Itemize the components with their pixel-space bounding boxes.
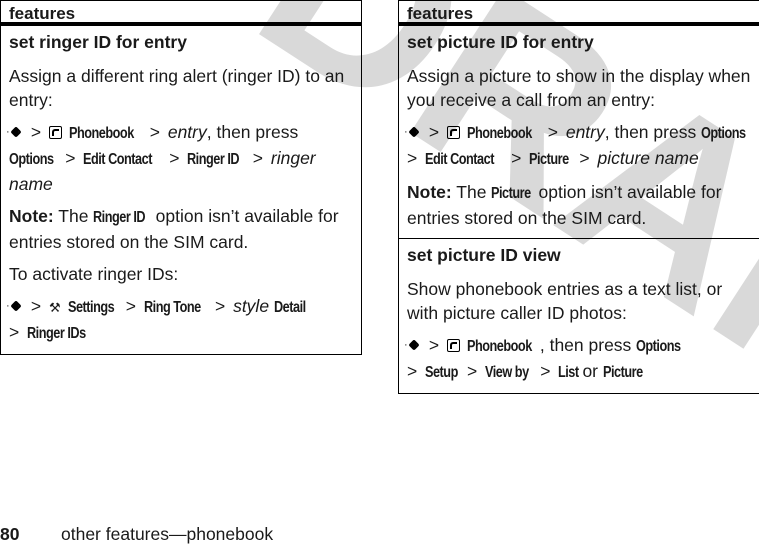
menu-settings: Settings bbox=[67, 299, 115, 316]
separator: > bbox=[407, 148, 418, 168]
separator: > bbox=[149, 122, 160, 142]
menu-path: > Phonebook, then press Options > Setup … bbox=[404, 333, 751, 385]
note-text: The bbox=[456, 182, 487, 202]
menu-ringer-id: Ringer ID bbox=[187, 151, 240, 168]
activate-text: To activate ringer IDs: bbox=[9, 264, 179, 284]
note-text: option isn’t available for entries store… bbox=[407, 182, 722, 228]
menu-path: > Phonebook > entry, then press Options … bbox=[6, 120, 353, 196]
nav-key-icon bbox=[404, 333, 421, 357]
menu-edit-contact: Edit Contact bbox=[425, 151, 495, 168]
menu-phonebook: Phonebook bbox=[466, 338, 532, 355]
separator: > bbox=[125, 296, 136, 316]
menu-view-by: View by bbox=[485, 364, 529, 381]
feature-description: Assign a different ring alert (ringer ID… bbox=[9, 66, 345, 110]
menu-list: List bbox=[558, 364, 580, 381]
menu-ring-tone: Ring Tone bbox=[143, 299, 201, 316]
table-header: features bbox=[1, 0, 361, 26]
menu-picture: Picture bbox=[529, 151, 569, 168]
note-label: Note: bbox=[9, 206, 54, 226]
features-table-right: features set picture ID for entry Assign… bbox=[398, 0, 759, 394]
then-press-text: , then press bbox=[206, 122, 299, 142]
note: Note: The Picture option isn’t available… bbox=[407, 180, 751, 230]
or-text: or bbox=[582, 361, 598, 381]
separator: > bbox=[428, 335, 440, 355]
feature-row-picture-view: set picture ID view Show phonebook entri… bbox=[399, 238, 759, 393]
separator: > bbox=[467, 361, 478, 381]
feature-row-ringer-id: set ringer ID for entry Assign a differe… bbox=[1, 26, 361, 354]
menu-options: Options bbox=[701, 125, 746, 142]
page-number: 80 bbox=[0, 524, 20, 544]
separator: > bbox=[30, 122, 42, 142]
ringer-name-placeholder: ringer name bbox=[9, 148, 316, 194]
feature-title: set picture ID view bbox=[407, 245, 561, 265]
menu-detail: Detail bbox=[273, 299, 306, 316]
feature-description: Assign a picture to show in the display … bbox=[407, 66, 751, 110]
settings-icon: ⚒ bbox=[48, 300, 61, 315]
separator: > bbox=[252, 148, 264, 168]
separator: > bbox=[428, 122, 440, 142]
separator: > bbox=[511, 148, 522, 168]
phonebook-icon bbox=[446, 126, 460, 139]
separator: > bbox=[65, 148, 76, 168]
menu-options: Options bbox=[636, 338, 681, 355]
separator: > bbox=[540, 361, 551, 381]
feature-description: Show phonebook entries as a text list, o… bbox=[407, 279, 723, 323]
menu-phonebook: Phonebook bbox=[68, 125, 134, 142]
separator: > bbox=[407, 361, 418, 381]
nav-key-icon bbox=[6, 294, 23, 318]
then-press-text: , then press bbox=[539, 335, 632, 355]
menu-options: Options bbox=[9, 151, 54, 168]
menu-ringer-ids: Ringer IDs bbox=[27, 325, 86, 342]
phonebook-icon bbox=[48, 126, 62, 139]
then-press-text: , then press bbox=[604, 122, 697, 142]
note-key-picture: Picture bbox=[491, 185, 531, 202]
note-label: Note: bbox=[407, 182, 452, 202]
note-key-ringer-id: Ringer ID bbox=[93, 209, 146, 226]
phonebook-icon bbox=[446, 339, 460, 352]
feature-title: set picture ID for entry bbox=[407, 32, 594, 52]
features-table-left: features set ringer ID for entry Assign … bbox=[0, 0, 362, 355]
separator: > bbox=[579, 148, 590, 168]
menu-picture: Picture bbox=[602, 364, 643, 381]
table-header: features bbox=[399, 0, 759, 26]
menu-path-activate: > ⚒ Settings > Ring Tone > style Detail … bbox=[6, 294, 353, 346]
separator: > bbox=[30, 296, 42, 316]
menu-setup: Setup bbox=[425, 364, 458, 381]
separator: > bbox=[547, 122, 558, 142]
running-title: other features—phonebook bbox=[61, 524, 274, 544]
note: Note: The Ringer ID option isn’t availab… bbox=[9, 204, 353, 254]
menu-edit-contact: Edit Contact bbox=[83, 151, 153, 168]
menu-phonebook: Phonebook bbox=[466, 125, 532, 142]
nav-key-icon bbox=[404, 120, 421, 144]
feature-row-picture-id: set picture ID for entry Assign a pictur… bbox=[399, 26, 759, 238]
style-placeholder: style bbox=[233, 296, 270, 316]
feature-title: set ringer ID for entry bbox=[9, 32, 187, 52]
separator: > bbox=[214, 296, 226, 316]
entry-placeholder: entry bbox=[565, 122, 605, 142]
nav-key-icon bbox=[6, 120, 23, 144]
note-text: The bbox=[58, 206, 89, 226]
separator: > bbox=[9, 322, 20, 342]
menu-path: > Phonebook > entry, then press Options … bbox=[404, 120, 751, 172]
entry-placeholder: entry bbox=[167, 122, 207, 142]
picture-name-placeholder: picture name bbox=[597, 148, 699, 168]
separator: > bbox=[169, 148, 180, 168]
